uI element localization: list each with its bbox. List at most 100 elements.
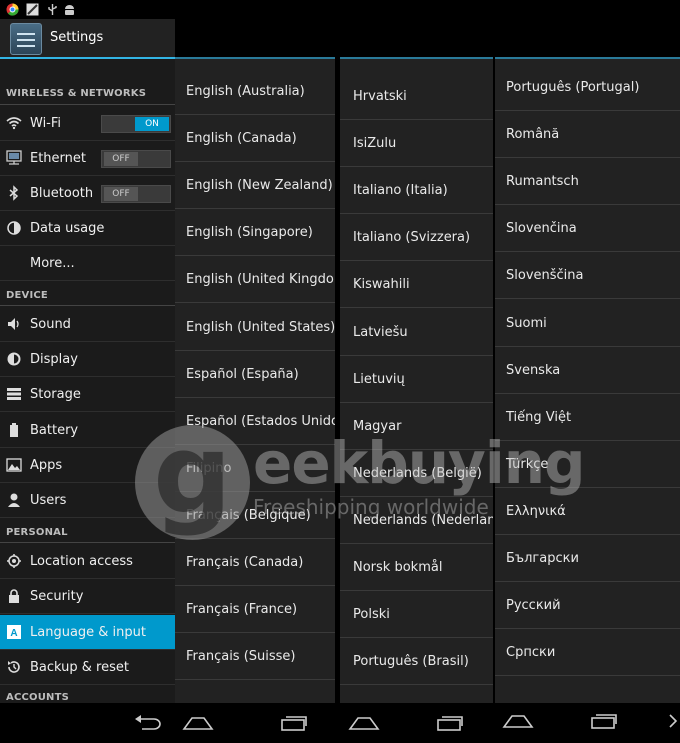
settings-item-backup[interactable]: Backup & reset xyxy=(0,650,175,685)
backup-reset-icon xyxy=(6,659,22,675)
battery-icon xyxy=(6,422,22,438)
bluetooth-toggle-state: OFF xyxy=(104,187,138,201)
bluetooth-toggle[interactable]: OFF xyxy=(101,185,171,203)
language-option[interactable]: Filipino xyxy=(175,445,335,492)
language-option[interactable]: Français (Canada) xyxy=(175,539,335,586)
language-option[interactable]: Magyar xyxy=(340,403,493,450)
language-option[interactable]: Suomi xyxy=(495,300,680,347)
language-option-label: Português (Brasil) xyxy=(353,654,469,670)
more-label: More... xyxy=(30,256,75,271)
language-option[interactable]: Hrvatski xyxy=(340,73,493,120)
chrome-notification-icon xyxy=(6,3,19,16)
language-option-label: English (New Zealand) xyxy=(186,178,333,194)
language-option[interactable]: Nederlands (Nederland) xyxy=(340,497,493,544)
recent-apps-icon[interactable] xyxy=(280,712,308,732)
language-option[interactable]: English (United States) xyxy=(175,304,335,351)
settings-item-bluetooth[interactable]: Bluetooth OFF xyxy=(0,176,175,211)
language-option[interactable]: Русский xyxy=(495,582,680,630)
language-option-label: Български xyxy=(506,551,579,566)
brightness-icon xyxy=(6,351,22,367)
back-icon[interactable] xyxy=(134,713,162,733)
language-option-label: Suomi xyxy=(506,315,547,331)
recent-apps-icon-3[interactable] xyxy=(590,710,618,730)
language-option[interactable]: Nederlands (België) xyxy=(340,450,493,497)
language-option-label: Lietuvių xyxy=(353,371,405,387)
settings-item-more[interactable]: More... xyxy=(0,246,175,281)
language-option[interactable]: Polski xyxy=(340,591,493,639)
settings-item-security[interactable]: Security xyxy=(0,579,175,614)
language-option-label: Nederlands (België) xyxy=(353,465,482,481)
language-option[interactable]: Português (Brasil) xyxy=(340,638,493,686)
settings-item-wifi[interactable]: Wi-Fi ON xyxy=(0,106,175,141)
language-option[interactable]: English (Australia) xyxy=(175,68,335,115)
language-option[interactable]: Italiano (Svizzera) xyxy=(340,214,493,262)
language-option-label: Français (Belgique) xyxy=(186,507,311,523)
language-option[interactable]: Română xyxy=(495,111,680,159)
settings-item-users[interactable]: Users xyxy=(0,483,175,518)
language-option-label: IsiZulu xyxy=(353,136,397,152)
language-option[interactable]: Français (France) xyxy=(175,586,335,634)
language-list-panel-2: Hrvatski IsiZulu Italiano (Italia) Italiano… xyxy=(340,19,493,703)
language-option[interactable]: Italiano (Italia) xyxy=(340,167,493,215)
language-option[interactable]: Türkçe xyxy=(495,441,680,488)
home-icon-3[interactable] xyxy=(502,711,534,731)
settings-item-battery[interactable]: Battery xyxy=(0,413,175,448)
settings-item-storage[interactable]: Storage xyxy=(0,377,175,412)
menu-icon[interactable] xyxy=(668,711,680,731)
usb-icon xyxy=(48,4,57,15)
language-option[interactable]: Ελληνικά xyxy=(495,488,680,535)
language-option-label: Türkçe xyxy=(506,456,549,472)
language-option[interactable]: English (United Kingdom xyxy=(175,256,335,304)
language-option[interactable]: Français (Belgique) xyxy=(175,492,335,539)
language-option[interactable]: Français (Suisse) xyxy=(175,633,335,681)
language-option[interactable]: Español (Estados Unido xyxy=(175,398,335,445)
language-option-label: Rumantsch xyxy=(506,174,579,190)
bluetooth-label: Bluetooth xyxy=(30,186,94,201)
language-option[interactable]: Português (Portugal) xyxy=(495,64,680,111)
language-option[interactable]: Tiếng Việt xyxy=(495,394,680,441)
language-option[interactable]: Español (España) xyxy=(175,351,335,398)
keyboard-language-icon: A xyxy=(6,624,22,640)
settings-item-location[interactable]: Location access xyxy=(0,544,175,579)
home-icon[interactable] xyxy=(182,713,214,733)
speaker-icon xyxy=(6,316,22,332)
language-option[interactable]: Slovenščina xyxy=(495,252,680,300)
language-option[interactable]: Slovenčina xyxy=(495,205,680,253)
language-option-label: Svenska xyxy=(506,362,561,378)
wifi-toggle[interactable]: ON xyxy=(101,115,171,133)
section-header-personal: PERSONAL xyxy=(6,527,68,538)
language-option-label: Hrvatski xyxy=(353,89,407,104)
wifi-toggle-state: ON xyxy=(135,117,169,131)
location-label: Location access xyxy=(30,554,133,569)
language-option[interactable]: Latviešu xyxy=(340,309,493,356)
settings-app-icon[interactable] xyxy=(10,23,42,55)
settings-item-language-input[interactable]: A Language & input xyxy=(0,615,175,650)
language-option[interactable]: English (New Zealand) xyxy=(175,162,335,210)
language-option-label: Slovenščina xyxy=(506,268,584,284)
home-icon-2[interactable] xyxy=(348,713,380,733)
language-option-label: English (United Kingdom xyxy=(186,272,335,288)
settings-item-sound[interactable]: Sound xyxy=(0,307,175,342)
language-option[interactable]: English (Canada) xyxy=(175,115,335,163)
language-option-label: Italiano (Italia) xyxy=(353,183,448,199)
language-option[interactable]: Kiswahili xyxy=(340,261,493,309)
settings-item-ethernet[interactable]: Ethernet OFF xyxy=(0,141,175,176)
language-option[interactable]: Rumantsch xyxy=(495,158,680,206)
language-option-label: Português (Portugal) xyxy=(506,80,640,95)
language-option[interactable]: Norsk bokmål xyxy=(340,544,493,591)
settings-item-data-usage[interactable]: Data usage xyxy=(0,211,175,246)
settings-item-display[interactable]: Display xyxy=(0,342,175,377)
section-header-accounts: ACCOUNTS xyxy=(6,692,70,703)
language-option[interactable]: Svenska xyxy=(495,347,680,394)
language-option[interactable]: Lietuvių xyxy=(340,356,493,403)
recent-apps-icon-2[interactable] xyxy=(436,712,464,732)
action-bar: Settings xyxy=(0,19,175,59)
settings-item-apps[interactable]: Apps xyxy=(0,448,175,483)
language-option[interactable]: Български xyxy=(495,535,680,582)
language-option[interactable]: Српски xyxy=(495,629,680,677)
language-option-label: Nederlands (Nederland) xyxy=(353,512,493,528)
language-option[interactable]: IsiZulu xyxy=(340,120,493,168)
settings-panel: Settings WIRELESS & NETWORKS Wi-Fi ON Et… xyxy=(0,19,175,703)
ethernet-toggle[interactable]: OFF xyxy=(101,150,171,168)
language-option[interactable]: English (Singapore) xyxy=(175,209,335,257)
